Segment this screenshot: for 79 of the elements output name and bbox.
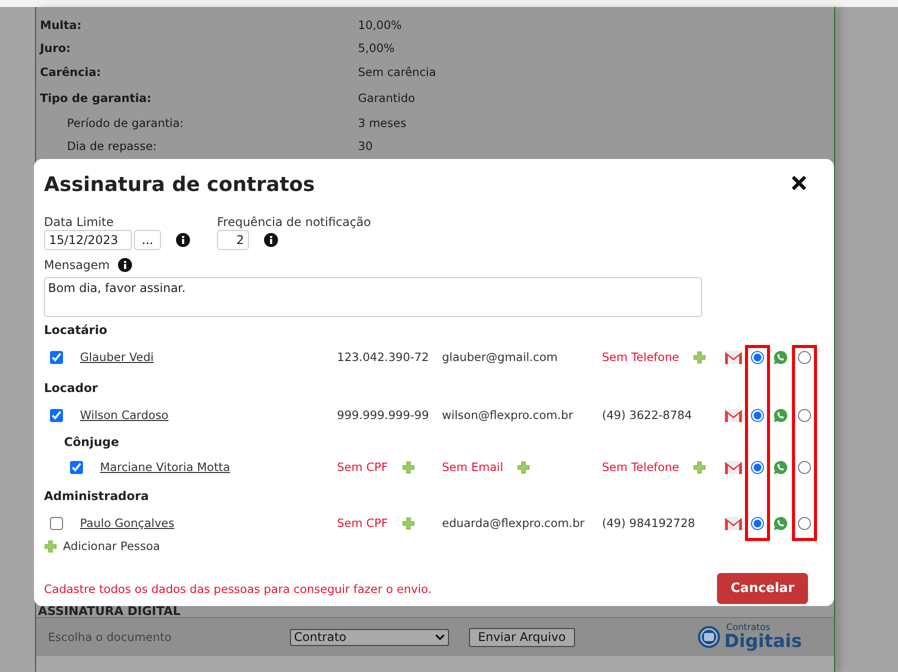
contact-value: 999.999.999-99	[337, 408, 429, 422]
missing-value: Sem Telefone	[602, 350, 680, 364]
email-radio[interactable]	[750, 460, 764, 474]
field-value: Sem carência	[358, 65, 438, 79]
field-label: Mensagem	[44, 258, 110, 272]
info-icon	[118, 258, 132, 272]
whatsapp-radio[interactable]	[798, 460, 810, 474]
whatsapp-radio[interactable]	[798, 408, 810, 422]
contact-value: eduarda@flexpro.com.br	[442, 516, 585, 530]
add-icon[interactable]	[517, 460, 530, 474]
cancel-button[interactable]: Cancelar	[717, 573, 808, 604]
dialog-title: Assinatura de contratos	[44, 172, 315, 196]
contact-value: (49) 3622-8784	[602, 408, 692, 422]
person-link[interactable]: Wilson Cardoso	[80, 408, 337, 422]
whatsapp-icon	[773, 516, 788, 530]
email-icon	[724, 350, 743, 364]
person-link[interactable]: Paulo Gonçalves	[80, 516, 337, 530]
person-checkbox[interactable]	[70, 460, 83, 474]
logo-icon	[697, 625, 722, 649]
email-icon	[724, 516, 743, 530]
person-checkbox[interactable]	[50, 350, 63, 364]
email-icon	[724, 460, 743, 474]
field-label: Juro:	[40, 40, 72, 54]
field-value: Garantido	[358, 91, 416, 105]
document-select[interactable]: Contrato	[290, 628, 449, 646]
whatsapp-radio[interactable]	[798, 350, 810, 364]
add-icon[interactable]	[693, 460, 706, 474]
document-label: Escolha o documento	[48, 630, 173, 644]
send-file-button[interactable]: Enviar Arquivo	[469, 628, 575, 646]
whatsapp-icon	[773, 460, 788, 474]
whatsapp-icon	[773, 408, 788, 422]
whatsapp-icon	[773, 350, 788, 364]
field-value: 3 meses	[358, 116, 408, 130]
email-radio[interactable]	[750, 408, 764, 422]
info-icon	[264, 233, 278, 247]
contact-value: 123.042.390-72	[337, 350, 429, 364]
person-link[interactable]: Marciane Vitoria Motta	[100, 460, 337, 474]
date-field[interactable]: 15/12/2023	[44, 230, 132, 250]
person-checkbox[interactable]	[50, 408, 63, 422]
field-label: Dia de repasse:	[66, 138, 158, 152]
field-label: Frequência de notificação	[217, 215, 371, 229]
info-icon	[176, 233, 190, 247]
field-label: Período de garantia:	[66, 116, 185, 130]
field-label: Carência:	[40, 65, 102, 79]
logo-name: Digitais	[724, 632, 802, 650]
whatsapp-radio[interactable]	[798, 516, 810, 530]
group-title: Administradora	[44, 489, 150, 505]
missing-value: Sem CPF	[337, 516, 388, 530]
date-picker-button[interactable]: ...	[134, 230, 161, 250]
contact-value: wilson@flexpro.com.br	[442, 408, 574, 422]
missing-value: Sem Email	[442, 460, 504, 474]
field-value: 30	[358, 138, 374, 152]
add-icon[interactable]	[44, 540, 57, 552]
add-person-link[interactable]: Adicionar Pessoa	[63, 539, 160, 553]
message-field[interactable]: Bom dia, favor assinar.	[44, 277, 702, 317]
field-value: 10,00%	[358, 18, 403, 32]
field-value: 5,00%	[358, 40, 396, 54]
email-radio[interactable]	[750, 350, 764, 364]
group-title: Locador	[44, 381, 99, 397]
caret-icon	[435, 634, 445, 640]
missing-value: Sem CPF	[337, 460, 388, 474]
person-link[interactable]: Glauber Vedi	[80, 350, 337, 364]
contact-value: glauber@gmail.com	[442, 350, 558, 364]
field-label: Tipo de garantia:	[40, 91, 152, 105]
email-icon	[724, 408, 743, 422]
field-label: Data Limite	[44, 215, 115, 229]
add-icon[interactable]	[402, 460, 415, 474]
email-radio[interactable]	[750, 516, 764, 530]
group-title: Cônjuge	[63, 435, 120, 451]
group-title: Locatário	[44, 323, 108, 339]
missing-value: Sem Telefone	[602, 460, 680, 474]
field-label: Multa:	[40, 18, 82, 32]
frequency-field[interactable]: 2	[217, 230, 249, 250]
add-icon[interactable]	[693, 350, 706, 364]
person-checkbox[interactable]	[50, 516, 63, 530]
add-icon[interactable]	[402, 516, 415, 530]
warning-message: Cadastre todos os dados das pessoas para conseguir fazer o envio.	[44, 582, 432, 596]
logo-caption: Contratos	[725, 624, 772, 632]
contact-value: (49) 984192728	[602, 516, 696, 530]
